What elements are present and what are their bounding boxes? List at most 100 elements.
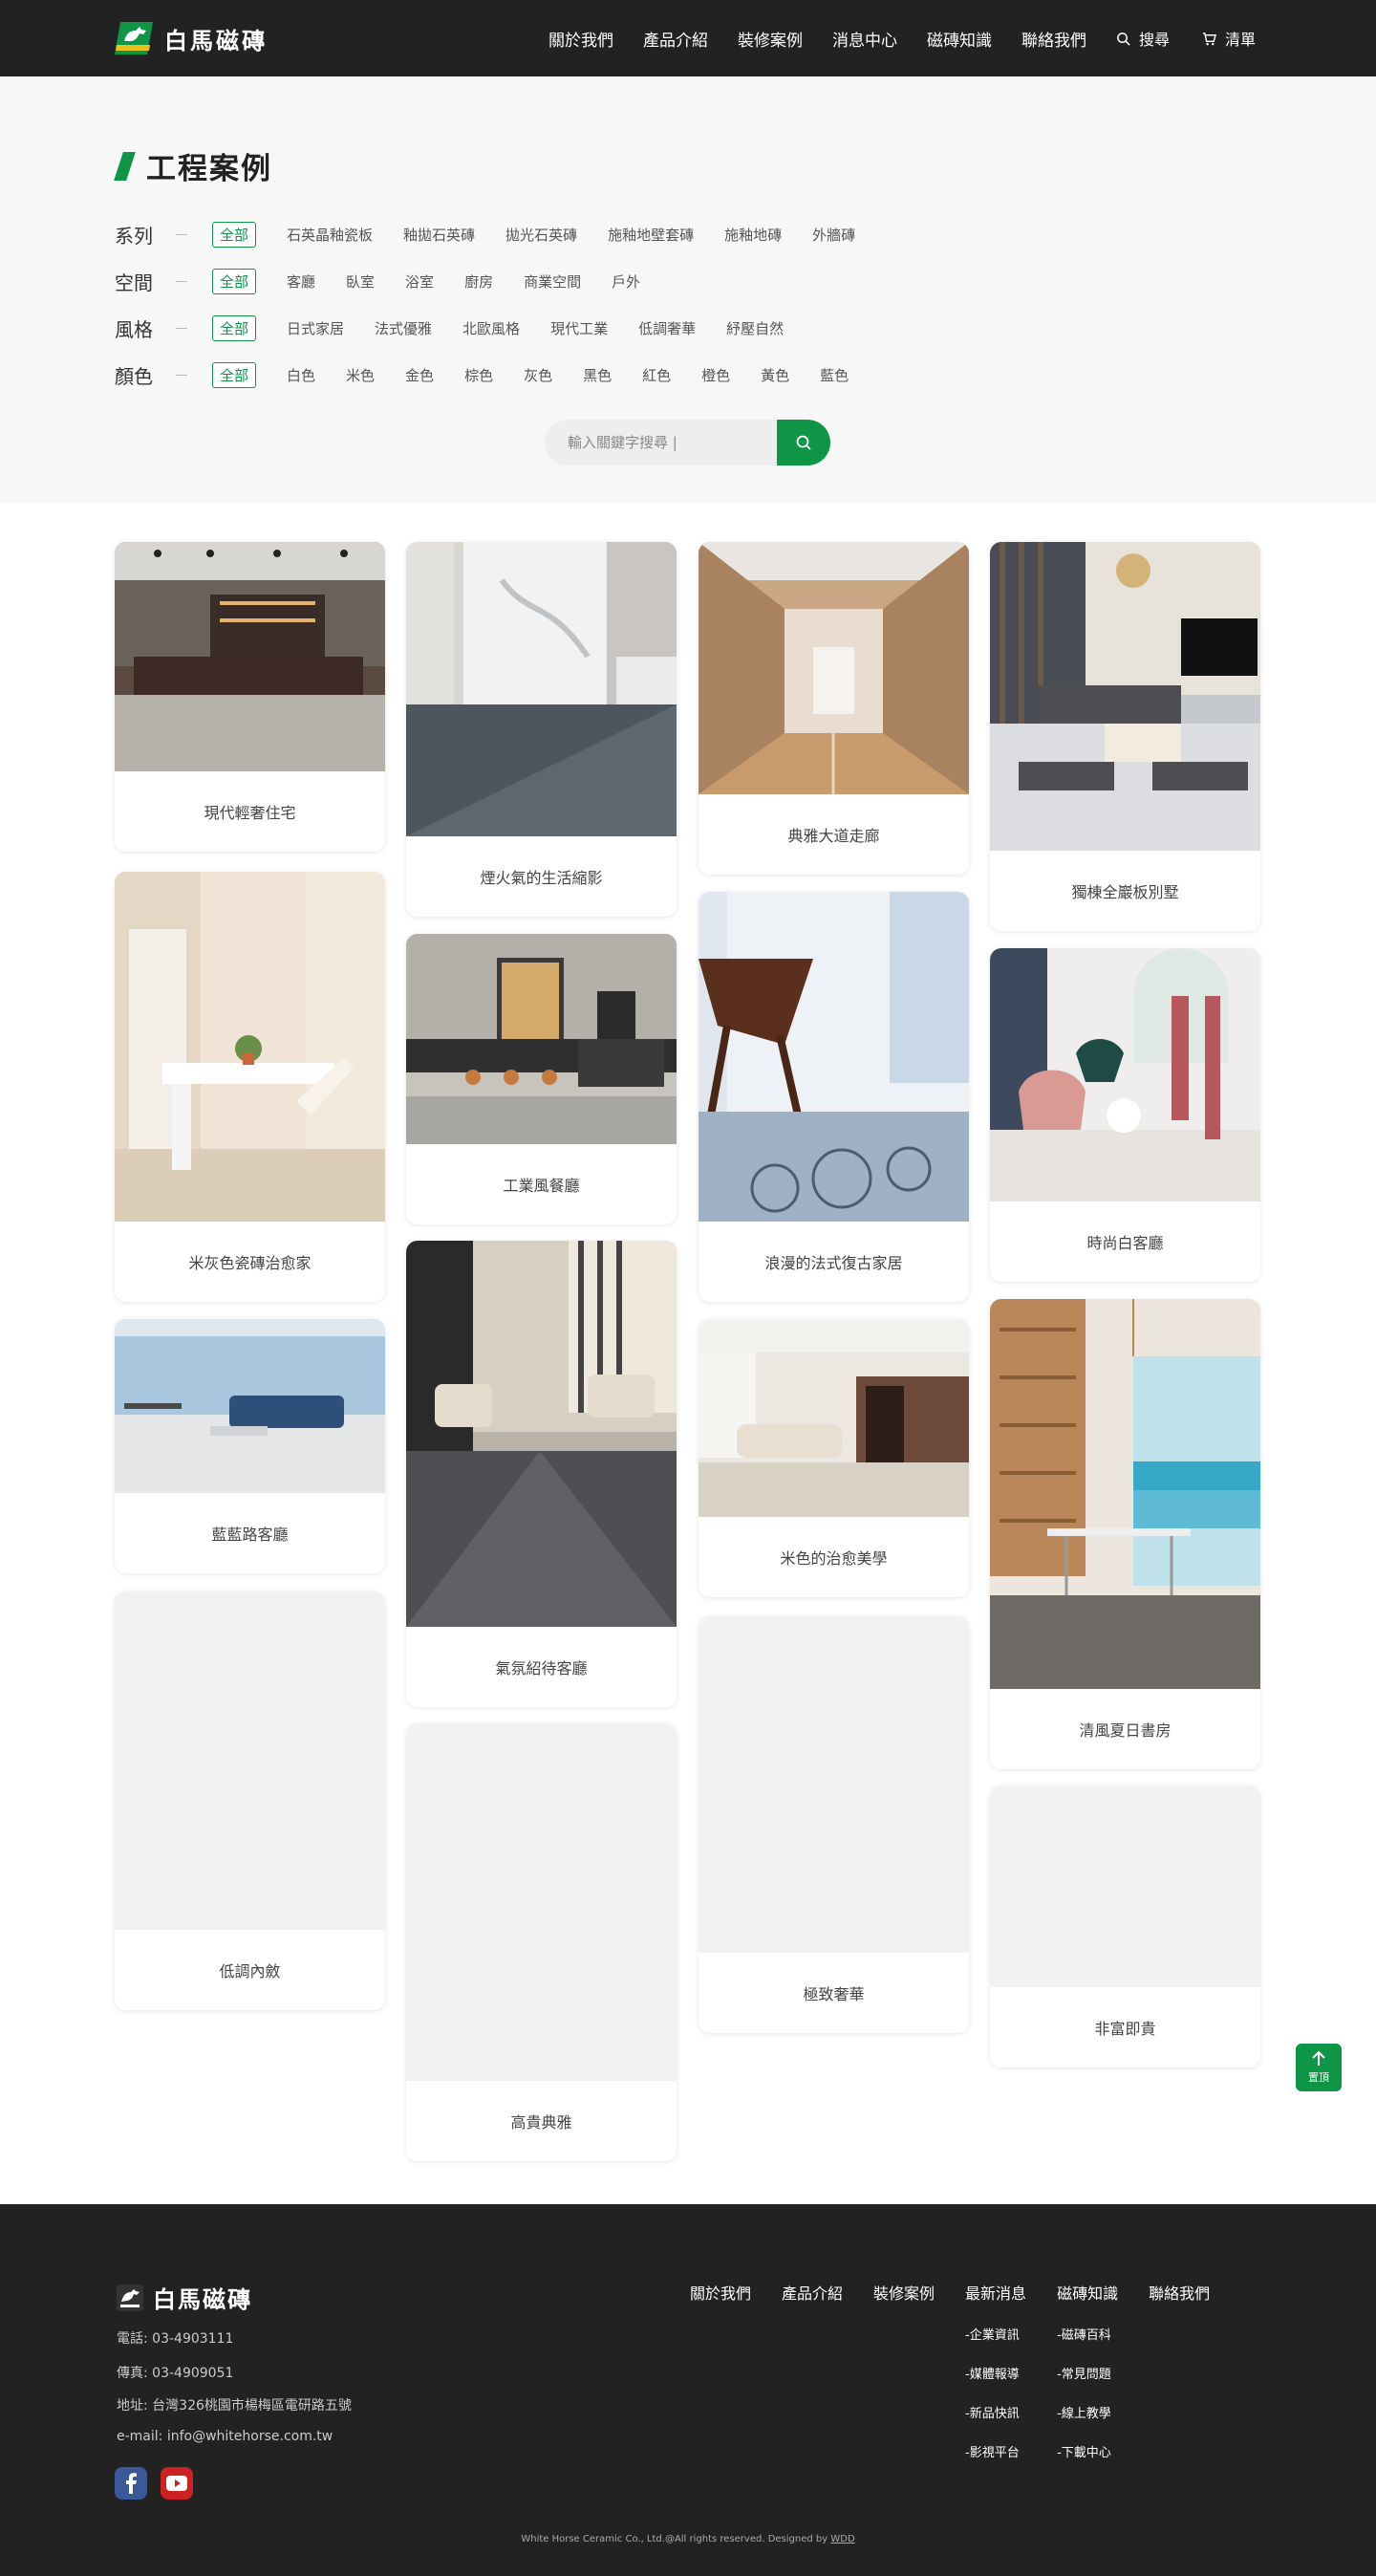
page-title-text: 工程案例 [146,152,272,186]
filter-chip[interactable]: 施釉地壁套磚 [608,225,694,245]
footer-nav-news[interactable]: 最新消息 [965,2281,1026,2304]
page-title: 工程案例 [114,144,272,187]
filter-chip-all[interactable]: 全部 [212,268,257,294]
case-card[interactable]: 典雅大道走廊 [699,542,969,875]
case-photo-placeholder [990,1786,1260,1987]
filter-chip[interactable]: 戶外 [612,271,640,292]
nav-products[interactable]: 產品介紹 [643,27,708,51]
facebook-icon[interactable] [115,2467,147,2500]
footer-sub-link[interactable]: -常見問題 [1057,2364,1118,2382]
case-card[interactable]: 浪漫的法式復古家居 [699,892,969,1302]
filter-chip[interactable]: 拋光石英磚 [505,225,577,245]
case-card[interactable]: 非富即貴 [990,1786,1260,2067]
cart-button[interactable]: 清單 [1202,27,1256,50]
case-card[interactable]: 工業風餐廳 [406,934,677,1224]
case-card[interactable]: 清風夏日書房 [990,1299,1260,1769]
footer-logo[interactable]: 白馬磁磚 [117,2281,252,2314]
filter-chip[interactable]: 石英晶釉瓷板 [287,225,373,245]
nav-contact[interactable]: 聯絡我們 [1021,27,1086,51]
case-title: 藍藍路客廳 [211,1526,289,1544]
filter-chip[interactable]: 黃色 [761,365,789,385]
footer-nav-col: 磁磚知識 -磁磚百科 -常見問題 -線上教學 -下載中心 [1057,2281,1118,2460]
filter-label: 系列 [115,224,153,248]
filter-chip[interactable]: 灰色 [524,365,552,385]
case-photo [115,542,385,771]
nav-news[interactable]: 消息中心 [832,27,897,51]
horse-logo-icon [117,2284,143,2311]
filter-chip-all[interactable]: 全部 [212,221,257,248]
filter-chip[interactable]: 紓壓自然 [726,318,784,338]
search-input[interactable] [545,420,777,465]
case-card[interactable]: 現代輕奢住宅 [115,542,385,852]
case-title: 煙火氣的生活縮影 [480,869,603,887]
filter-chip[interactable]: 棕色 [464,365,493,385]
filter-chip[interactable]: 客廳 [287,271,315,292]
case-card[interactable]: 高貴典雅 [406,1723,677,2161]
case-card[interactable]: 氣氛紹待客廳 [406,1241,677,1707]
nav-knowledge[interactable]: 磁磚知識 [927,27,992,51]
footer-sub-link[interactable]: -企業資訊 [965,2325,1026,2343]
case-title: 時尚白客廳 [1086,1234,1164,1252]
footer-sub-link[interactable]: -影視平台 [965,2442,1026,2460]
footer-nav-products[interactable]: 產品介紹 [782,2281,843,2304]
case-card[interactable]: 藍藍路客廳 [115,1319,385,1573]
filter-row-series: 系列 全部 石英晶釉瓷板 釉拋石英磚 拋光石英磚 施釉地壁套磚 施釉地磚 外牆磚 [115,220,886,249]
filter-chip[interactable]: 橙色 [701,365,730,385]
filter-chip[interactable]: 外牆磚 [812,225,855,245]
footer-sub-link[interactable]: -下載中心 [1057,2442,1118,2460]
filter-chip[interactable]: 釉拋石英磚 [403,225,475,245]
nav-about[interactable]: 關於我們 [548,27,613,51]
filter-chip[interactable]: 紅色 [642,365,671,385]
footer-email[interactable]: e-mail: info@whitehorse.com.tw [117,2429,333,2444]
footer-nav-col: 關於我們 [690,2281,751,2460]
case-card[interactable]: 米色的治愈美學 [699,1319,969,1597]
footer-nav-cases[interactable]: 裝修案例 [873,2281,935,2304]
search-label: 搜尋 [1139,31,1171,49]
footer-sub-link[interactable]: -新品快訊 [965,2403,1026,2421]
case-card[interactable]: 極致奢華 [699,1616,969,2033]
filter-chip-all[interactable]: 全部 [212,314,257,341]
back-to-top-button[interactable]: 置頂 [1296,2044,1342,2091]
footer-nav-contact[interactable]: 聯絡我們 [1149,2281,1210,2304]
case-card[interactable]: 獨棟全巖板別墅 [990,542,1260,931]
arrow-up-icon [1312,2050,1325,2066]
footer-sub-link[interactable]: -線上教學 [1057,2403,1118,2421]
filter-chip[interactable]: 現代工業 [550,318,608,338]
copyright-text: White Horse Ceramic Co., Ltd.@All rights… [521,2534,828,2544]
filter-chip[interactable]: 法式優雅 [375,318,432,338]
footer-sub-link[interactable]: -磁磚百科 [1057,2325,1118,2343]
case-card[interactable]: 煙火氣的生活縮影 [406,542,677,917]
filter-chip[interactable]: 廚房 [464,271,493,292]
filter-chip[interactable]: 臥室 [346,271,375,292]
search-button[interactable]: 搜尋 [1116,27,1170,50]
footer-phone: 電話: 03-4903111 [117,2331,234,2347]
designer-link[interactable]: WDD [830,2534,854,2544]
case-photo-placeholder [406,1723,677,2081]
filter-chip[interactable]: 低調奢華 [638,318,696,338]
filter-chip[interactable]: 米色 [346,365,375,385]
case-photo [406,1241,677,1627]
filter-chip[interactable]: 北歐風格 [462,318,520,338]
filter-chip[interactable]: 施釉地磚 [724,225,782,245]
divider [176,233,187,235]
filter-chip[interactable]: 浴室 [405,271,434,292]
case-card[interactable]: 低調內斂 [115,1591,385,2010]
footer-nav-about[interactable]: 關於我們 [690,2281,751,2304]
filter-chip-all[interactable]: 全部 [212,361,257,388]
footer-nav-knowledge[interactable]: 磁磚知識 [1057,2281,1118,2304]
filter-chip[interactable]: 白色 [287,365,315,385]
youtube-icon[interactable] [161,2467,193,2500]
filter-chip[interactable]: 金色 [405,365,434,385]
filter-chip[interactable]: 日式家居 [287,318,344,338]
search-submit-button[interactable] [777,420,830,465]
nav-cases[interactable]: 裝修案例 [738,27,803,51]
case-photo [115,1319,385,1493]
filter-chip[interactable]: 黑色 [583,365,612,385]
footer-sub-link[interactable]: -媒體報導 [965,2364,1026,2382]
filter-chip[interactable]: 商業空間 [524,271,581,292]
filter-chip[interactable]: 藍色 [820,365,849,385]
case-card[interactable]: 米灰色瓷磚治愈家 [115,872,385,1302]
search-icon [796,435,811,450]
brand-logo[interactable]: 白馬磁磚 [115,21,268,55]
case-card[interactable]: 時尚白客廳 [990,948,1260,1282]
